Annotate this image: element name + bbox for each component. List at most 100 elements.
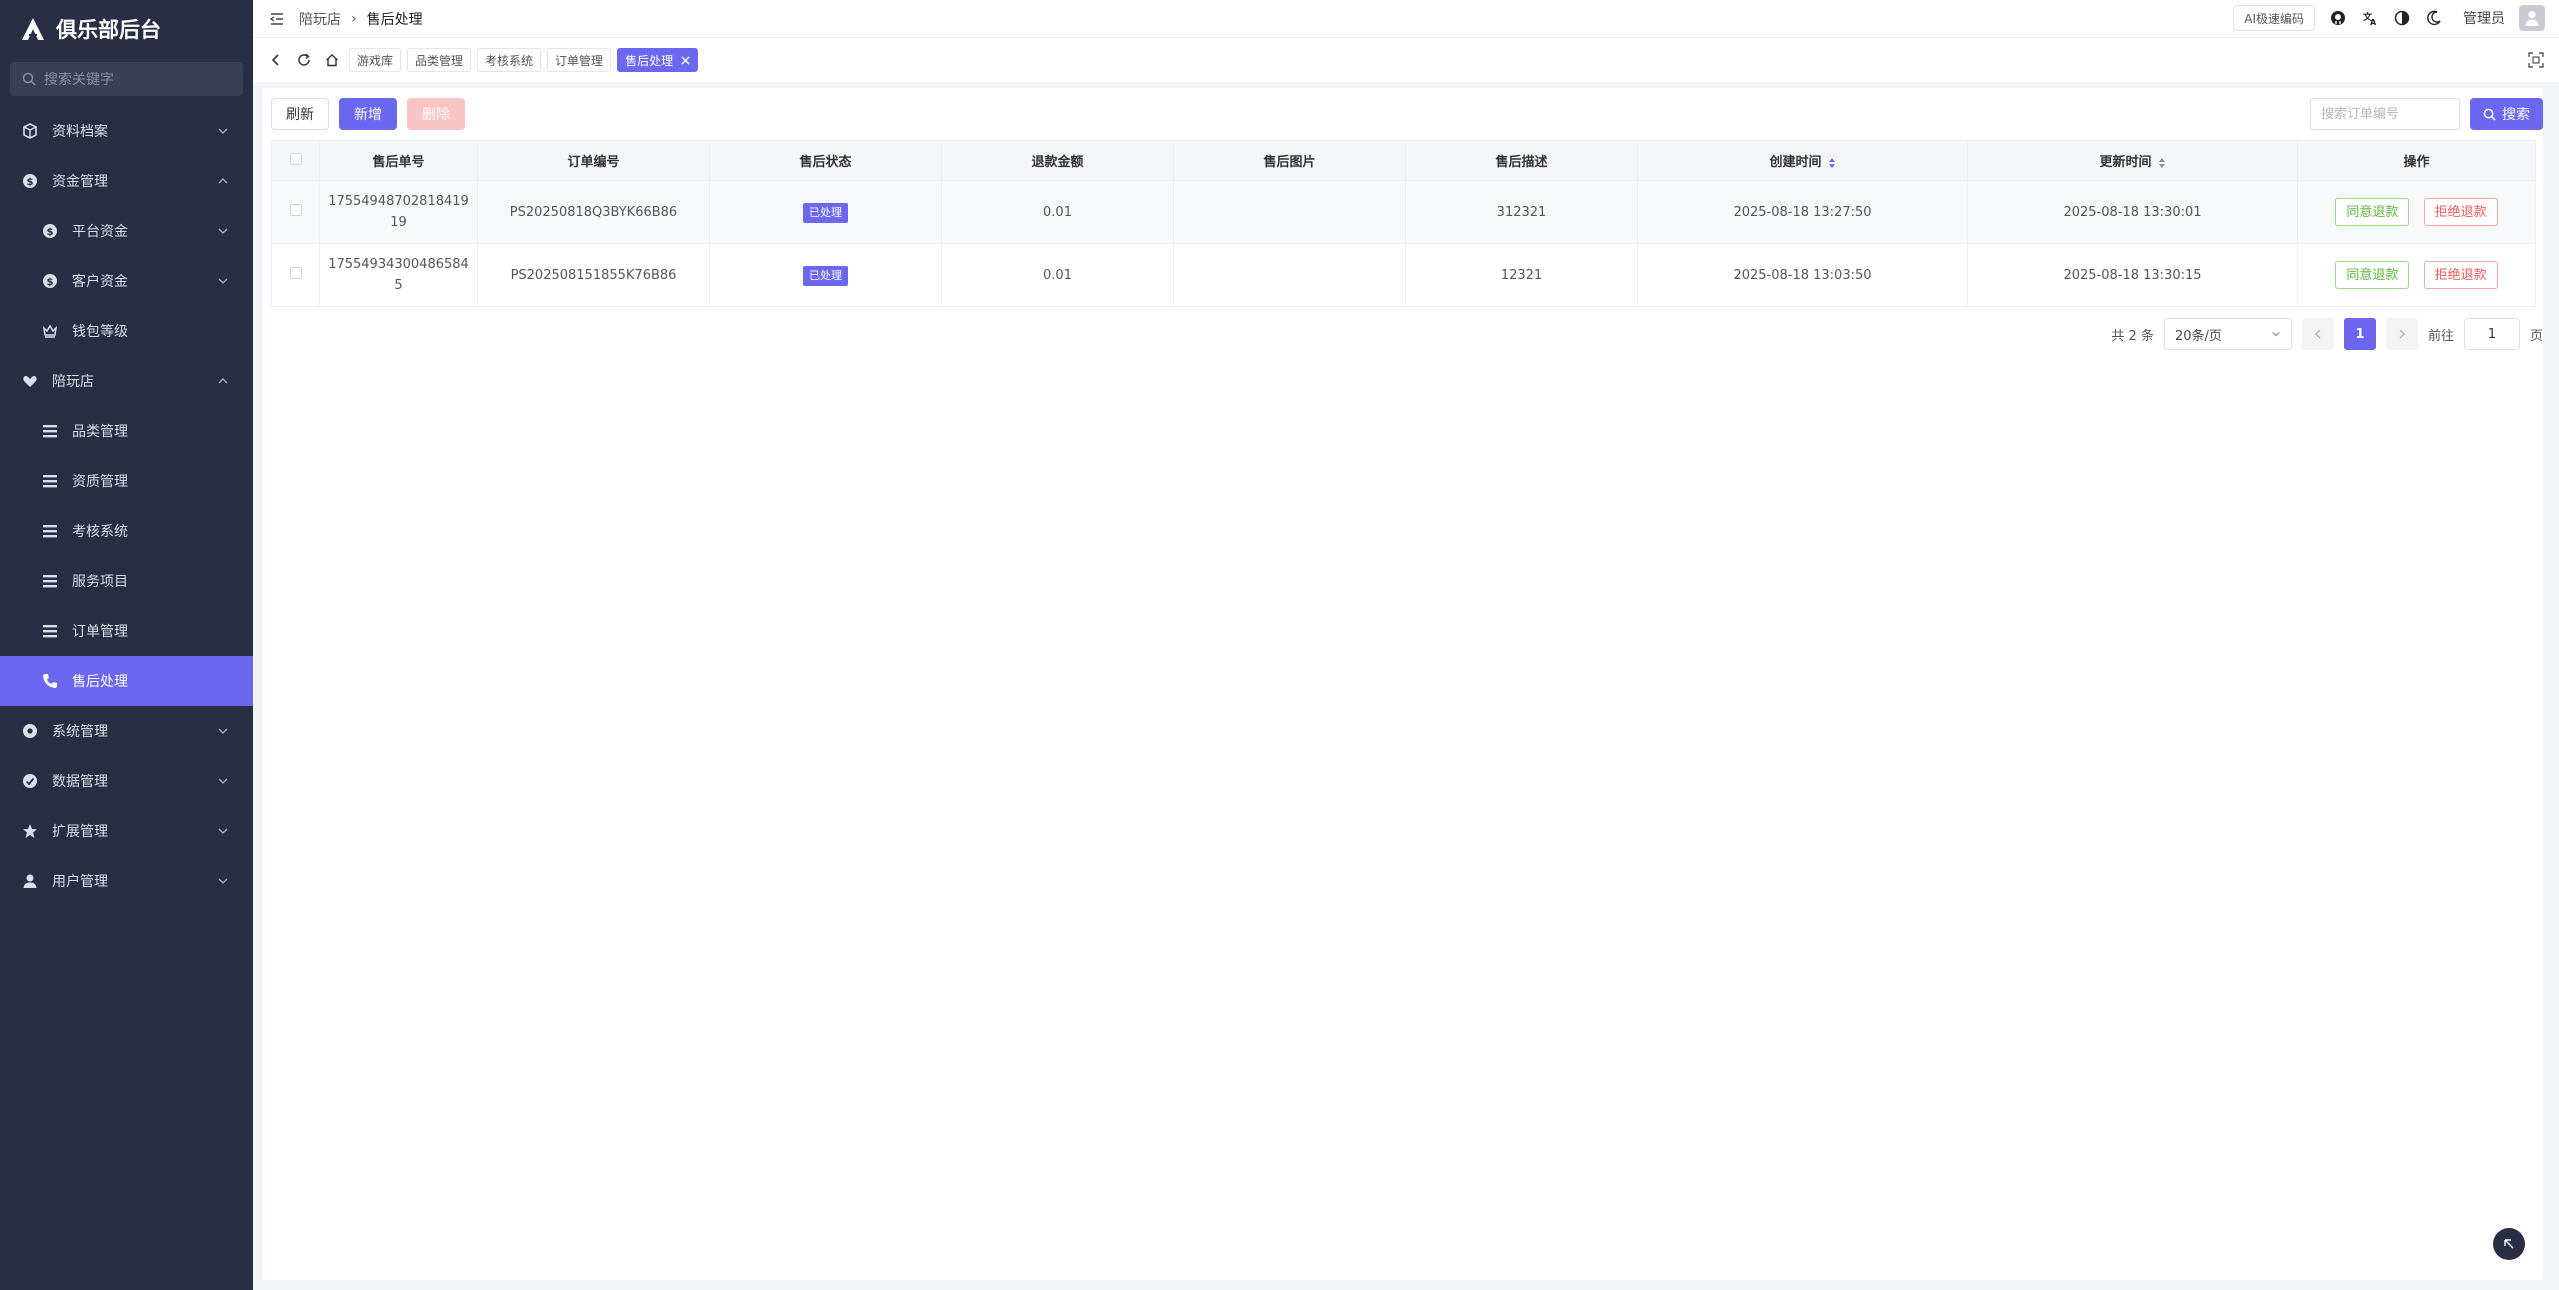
svg-text:A: A [2370,18,2377,26]
palette-icon[interactable] [2393,9,2411,27]
back-button[interactable] [265,48,287,72]
sidebar-item-assessment[interactable]: 考核系统 [0,506,253,556]
page-suffix: 页 [2529,328,2543,344]
sidebar-item-services[interactable]: 服务项目 [0,556,253,606]
user-icon [22,873,38,889]
list-icon [42,523,58,539]
dollar-icon: $ [22,173,38,189]
sidebar-item-label: 服务项目 [72,574,128,590]
sidebar-item-label: 售后处理 [72,674,128,690]
avatar[interactable] [2519,5,2545,31]
reject-refund-button[interactable]: 拒绝退款 [2423,198,2498,226]
order-no: PS20250818Q3BYK66B86 [477,180,710,244]
breadcrumb-item[interactable]: 陪玩店 [299,9,341,29]
heart-hand-icon [22,373,38,389]
sidebar-item-wallet-level[interactable]: 钱包等级 [0,306,253,356]
row-checkbox[interactable] [289,266,302,279]
sidebar-item-data[interactable]: 数据管理 [0,756,253,806]
col-header-label: 更新时间 [2099,155,2152,170]
page-number-current[interactable]: 1 [2343,318,2376,350]
add-button[interactable]: 新增 [339,98,397,130]
logo-icon [22,18,44,40]
sidebar-search[interactable]: 搜索关键字 [10,62,243,96]
translate-icon[interactable]: 文A [2361,9,2379,27]
prev-page-button[interactable] [2301,318,2334,350]
sidebar-item-label: 扩展管理 [52,824,108,840]
row-checkbox[interactable] [289,203,302,216]
sidebar-item-funds[interactable]: $ 资金管理 [0,156,253,206]
goto-page-input[interactable] [2463,318,2520,350]
after-sales-table: 售后单号 订单编号 售后状态 退款金额 售后图片 售后描述 创建时间 更新时间 … [271,140,2536,307]
sidebar-item-users[interactable]: 用户管理 [0,856,253,906]
agree-refund-button[interactable]: 同意退款 [2335,261,2410,289]
next-page-button[interactable] [2385,318,2418,350]
reject-refund-button[interactable]: 拒绝退款 [2423,261,2498,289]
after-sales-id: 17554934300486584 5 [319,243,478,307]
chevron-down-icon [2272,331,2280,337]
logo[interactable]: 俱乐部后台 [0,0,253,58]
sidebar-item-extensions[interactable]: 扩展管理 [0,806,253,856]
menu-fold-icon[interactable] [269,11,285,27]
row-select-cell [271,180,320,244]
chevron-left-icon [271,54,279,66]
col-header: 订单编号 [477,140,710,181]
tab-label: 售后处理 [625,53,674,68]
tab-orders[interactable]: 订单管理 [547,48,612,72]
sidebar-item-after-sales[interactable]: 售后处理 [0,656,253,706]
sidebar-item-category[interactable]: 品类管理 [0,406,253,456]
sidebar-item-system[interactable]: 系统管理 [0,706,253,756]
tab-after-sales[interactable]: 售后处理 [617,48,699,72]
user-name[interactable]: 管理员 [2463,8,2505,28]
chevron-down-icon [218,128,228,134]
status-badge: 已处理 [803,265,848,286]
sidebar-item-qualification[interactable]: 资质管理 [0,456,253,506]
crown-icon [42,323,58,339]
tab-game-library[interactable]: 游戏库 [349,48,402,72]
tab-category[interactable]: 品类管理 [407,48,472,72]
sidebar-item-orders[interactable]: 订单管理 [0,606,253,656]
order-no: PS202508151855K76B86 [477,243,710,307]
select-all-checkbox[interactable] [289,152,302,165]
after-sales-id-line: 19 [390,215,407,230]
col-header-updated[interactable]: 更新时间 [1967,140,2298,181]
agree-refund-button[interactable]: 同意退款 [2335,198,2410,226]
sidebar-item-label: 订单管理 [72,624,128,640]
home-button[interactable] [321,48,343,72]
github-icon[interactable] [2329,9,2347,27]
ai-coding-button[interactable]: AI极速编码 [2233,5,2315,31]
after-sales-desc: 12321 [1405,243,1638,307]
main-card: 刷新 新增 删除 搜索 售后单号 订单编号 售后状态 退款金额 售后图片 售后描… [263,88,2543,1280]
sidebar-item-platform-funds[interactable]: $ 平台资金 [0,206,253,256]
tab-assessment[interactable]: 考核系统 [477,48,542,72]
sidebar-item-companion-shop[interactable]: 陪玩店 [0,356,253,406]
after-sales-image [1173,243,1406,307]
search-button[interactable]: 搜索 [2470,98,2543,130]
goto-label: 前往 [2427,328,2454,344]
sidebar-item-customer-funds[interactable]: $ 客户资金 [0,256,253,306]
sidebar-item-profile[interactable]: 资料档案 [0,106,253,156]
chevron-right-icon [2399,329,2405,339]
sort-icon[interactable] [1828,157,1836,169]
page-size-select[interactable]: 20条/页 [2163,318,2292,350]
col-header: 退款金额 [941,140,1174,181]
reload-button[interactable] [293,48,315,72]
close-icon[interactable] [681,55,690,65]
delete-button[interactable]: 删除 [407,98,465,130]
svg-text:$: $ [27,177,34,188]
sort-icon[interactable] [2158,157,2166,169]
gear-icon [22,723,38,739]
table-row: 17554934300486584 5 PS202508151855K76B86 … [271,243,2536,307]
order-search-input[interactable] [2310,98,2460,130]
back-to-top-button[interactable] [2493,1228,2525,1260]
fullscreen-icon[interactable] [2527,51,2545,69]
user-icon [2525,11,2539,26]
pagination-total: 共 2 条 [2111,328,2154,344]
status-badge: 已处理 [803,202,848,223]
refresh-button[interactable]: 刷新 [271,98,329,130]
moon-icon[interactable] [2425,9,2443,27]
sidebar-item-label: 资金管理 [52,174,108,190]
sidebar-item-label: 考核系统 [72,524,128,540]
col-header-created[interactable]: 创建时间 [1637,140,1968,181]
page-size-value: 20条/页 [2174,328,2222,344]
created-time: 2025-08-18 13:03:50 [1637,243,1968,307]
